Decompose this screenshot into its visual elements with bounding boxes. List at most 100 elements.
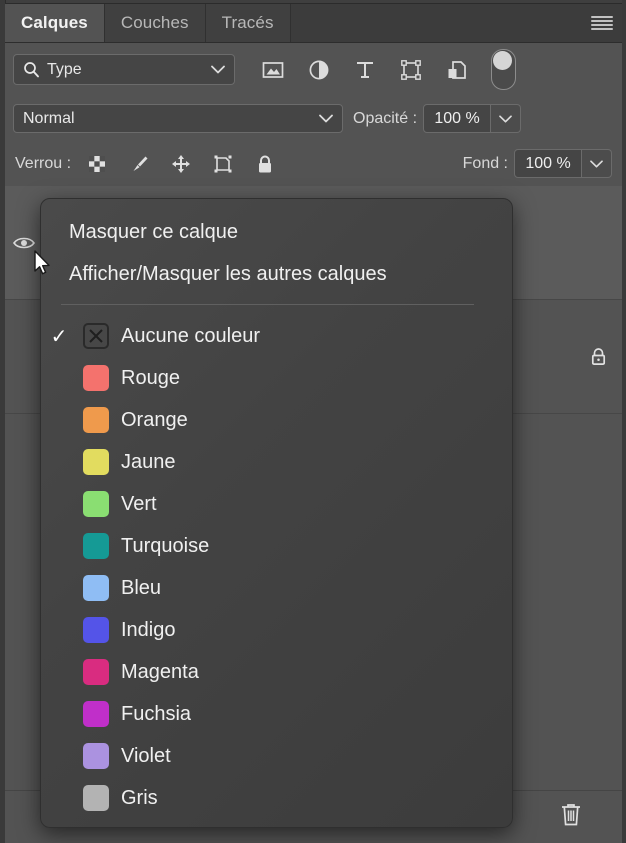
opacity-slider-button[interactable] [491,104,521,133]
menu-item-hide-layer-label: Masquer ce calque [69,221,238,244]
tab-couches[interactable]: Couches [105,4,206,42]
layer-visibility-toggle[interactable] [5,300,43,413]
menu-item-color-bleu[interactable]: Bleu [41,567,512,609]
menu-item-color-aucune-couleur[interactable]: ✓ Aucune couleur [41,315,512,357]
opacity-field[interactable]: 100 % [423,104,521,133]
color-swatch-wrap [77,575,115,601]
color-swatch-wrap [77,743,115,769]
layer-filter-icons [261,58,469,82]
layer-visibility-toggle[interactable] [5,186,43,299]
tab-bar-spacer [291,4,582,42]
trash-icon[interactable] [558,801,584,833]
smart-object-filter-icon[interactable] [445,58,469,82]
lock-icon [588,346,609,367]
fill-label: Fond : [463,155,508,173]
menu-item-color-label: Fuchsia [121,703,191,726]
menu-item-color-label: Magenta [121,661,199,684]
menu-item-color-violet[interactable]: Violet [41,735,512,777]
menu-item-hide-layer[interactable]: Masquer ce calque [41,211,512,253]
blend-mode-dropdown[interactable]: Normal [13,104,343,133]
menu-item-color-label: Aucune couleur [121,325,260,348]
lock-all-icon[interactable] [253,152,277,176]
menu-item-color-fuchsia[interactable]: Fuchsia [41,693,512,735]
menu-item-color-label: Indigo [121,619,176,642]
color-swatch-icon [83,365,109,391]
chevron-down-icon [319,110,333,128]
menu-item-color-vert[interactable]: Vert [41,483,512,525]
layer-context-menu: Masquer ce calque Afficher/Masquer les a… [40,198,513,828]
menu-item-color-jaune[interactable]: Jaune [41,441,512,483]
color-swatch-icon [83,575,109,601]
toggle-knob [493,51,512,70]
menu-item-color-turquoise[interactable]: Turquoise [41,525,512,567]
opacity-value[interactable]: 100 % [423,104,491,133]
filter-type-dropdown[interactable]: Type [13,54,235,85]
color-swatch-wrap [77,701,115,727]
adjustment-layer-filter-icon[interactable] [307,58,331,82]
menu-item-color-label: Violet [121,745,171,768]
menu-item-color-magenta[interactable]: Magenta [41,651,512,693]
filter-type-value: Type [47,61,211,79]
menu-item-color-label: Orange [121,409,188,432]
color-swatch-wrap [77,449,115,475]
hamburger-menu-icon [591,16,613,30]
lock-position-icon[interactable] [169,152,193,176]
color-swatch-icon [83,407,109,433]
menu-item-color-orange[interactable]: Orange [41,399,512,441]
menu-item-color-label: Jaune [121,451,176,474]
menu-item-color-label: Turquoise [121,535,209,558]
layer-visibility-toggle[interactable] [5,414,43,527]
lock-label: Verrou : [15,155,71,173]
tab-calques[interactable]: Calques [5,4,105,42]
color-swatch-wrap [77,617,115,643]
color-swatch-wrap [77,491,115,517]
lock-image-pixels-icon[interactable] [127,152,151,176]
shape-layer-filter-icon[interactable] [399,58,423,82]
tab-traces-label: Tracés [222,13,274,33]
panel-tab-bar: Calques Couches Tracés [5,4,622,43]
lock-artboard-nesting-icon[interactable] [211,152,235,176]
color-swatch-icon [83,659,109,685]
menu-separator [61,304,474,305]
opacity-label: Opacité : [353,110,417,128]
menu-item-color-indigo[interactable]: Indigo [41,609,512,651]
checkmark-icon: ✓ [41,324,77,349]
color-swatch-wrap [77,407,115,433]
tab-calques-label: Calques [21,13,88,33]
blend-opacity-row: Normal Opacité : 100 % [5,96,622,142]
color-swatch-icon [83,491,109,517]
menu-item-color-gris[interactable]: Gris [41,777,512,819]
blend-mode-value: Normal [23,110,319,128]
color-swatch-wrap [77,785,115,811]
color-swatch-icon [83,743,109,769]
color-swatch-icon [83,701,109,727]
color-swatch-icon [83,785,109,811]
photoshop-layers-panel: Calques Couches Tracés Type [0,0,626,843]
color-swatch-icon [83,533,109,559]
tab-couches-label: Couches [121,13,189,33]
menu-item-toggle-other-layers-label: Afficher/Masquer les autres calques [69,263,387,286]
lock-icons-group [85,152,277,176]
color-swatch-wrap [77,323,115,349]
filter-enable-toggle[interactable] [491,49,516,90]
color-swatch-wrap [77,659,115,685]
color-swatch-wrap [77,365,115,391]
fill-field[interactable]: 100 % [514,149,612,178]
layer-filter-row: Type [5,43,622,97]
lock-fill-row: Verrou : [5,141,622,187]
image-layer-filter-icon[interactable] [261,58,285,82]
color-swatch-icon [83,617,109,643]
panel-right-edge [622,0,626,843]
panel-menu-button[interactable] [582,4,622,42]
type-layer-filter-icon[interactable] [353,58,377,82]
menu-item-toggle-other-layers[interactable]: Afficher/Masquer les autres calques [41,253,512,295]
no-color-icon [83,323,109,349]
layer-lock-indicator [574,346,622,367]
fill-value[interactable]: 100 % [514,149,582,178]
menu-item-color-rouge[interactable]: Rouge [41,357,512,399]
fill-slider-button[interactable] [582,149,612,178]
menu-item-color-label: Gris [121,787,158,810]
color-swatch-wrap [77,533,115,559]
tab-traces[interactable]: Tracés [206,4,291,42]
lock-transparent-pixels-icon[interactable] [85,152,109,176]
